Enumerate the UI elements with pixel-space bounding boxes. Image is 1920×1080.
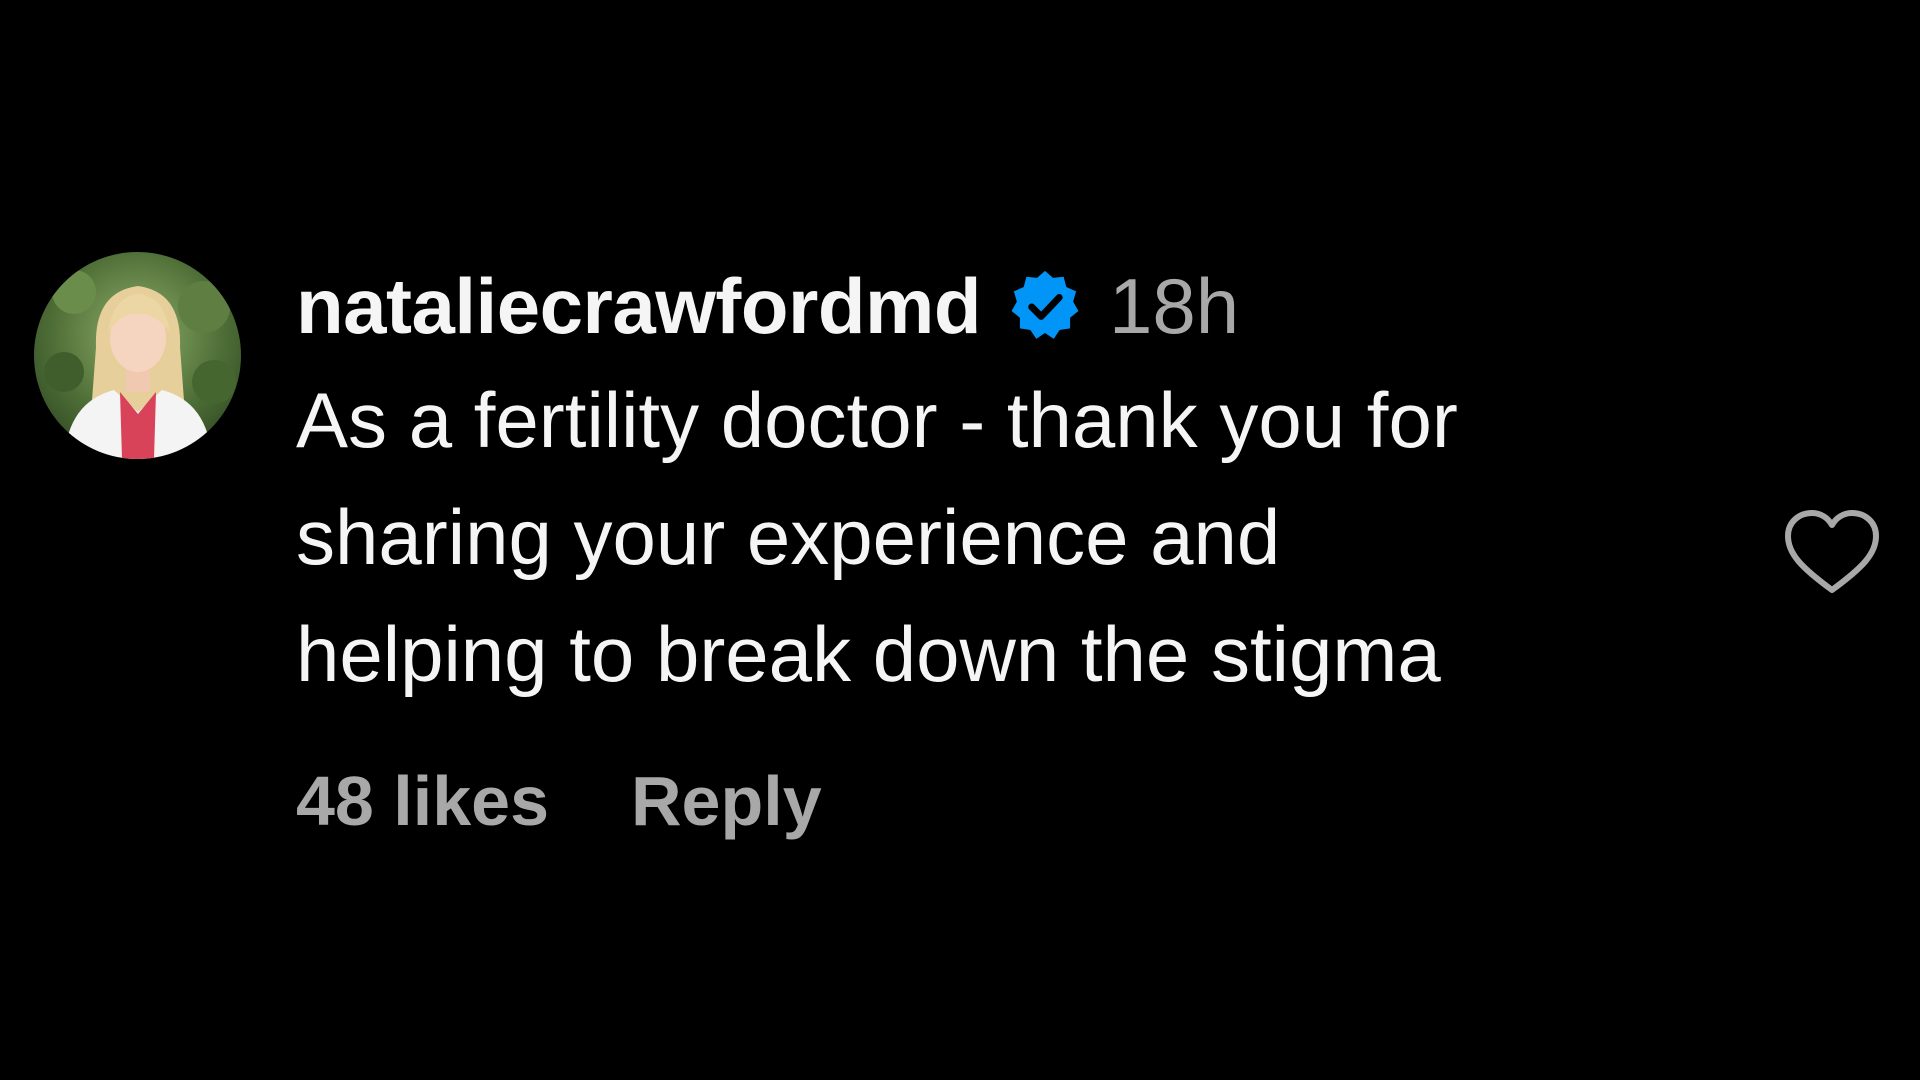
comment-body: nataliecrawfordmd 18h As a fertility doc… bbox=[296, 250, 1796, 841]
reply-button[interactable]: Reply bbox=[631, 761, 822, 841]
comment-text: As a fertility doctor - thank you for sh… bbox=[296, 362, 1796, 713]
comment-text-line: As a fertility doctor - thank you for bbox=[296, 376, 1458, 464]
comment-actions: 48 likes Reply bbox=[296, 761, 1796, 841]
comment-header: nataliecrawfordmd 18h bbox=[296, 250, 1796, 362]
avatar-photo bbox=[34, 252, 241, 459]
comment-screen: nataliecrawfordmd 18h As a fertility doc… bbox=[0, 0, 1920, 1080]
comment-timestamp: 18h bbox=[1109, 261, 1240, 350]
avatar[interactable] bbox=[34, 252, 241, 459]
likes-count-link[interactable]: 48 likes bbox=[296, 761, 549, 841]
verified-badge-icon bbox=[1007, 268, 1083, 344]
username-link[interactable]: nataliecrawfordmd bbox=[296, 261, 982, 352]
heart-outline-icon[interactable] bbox=[1782, 508, 1882, 598]
comment-text-line: sharing your experience and bbox=[296, 493, 1281, 581]
comment-text-line: helping to break down the stigma bbox=[296, 610, 1441, 698]
comment-item: nataliecrawfordmd 18h As a fertility doc… bbox=[34, 250, 1886, 890]
